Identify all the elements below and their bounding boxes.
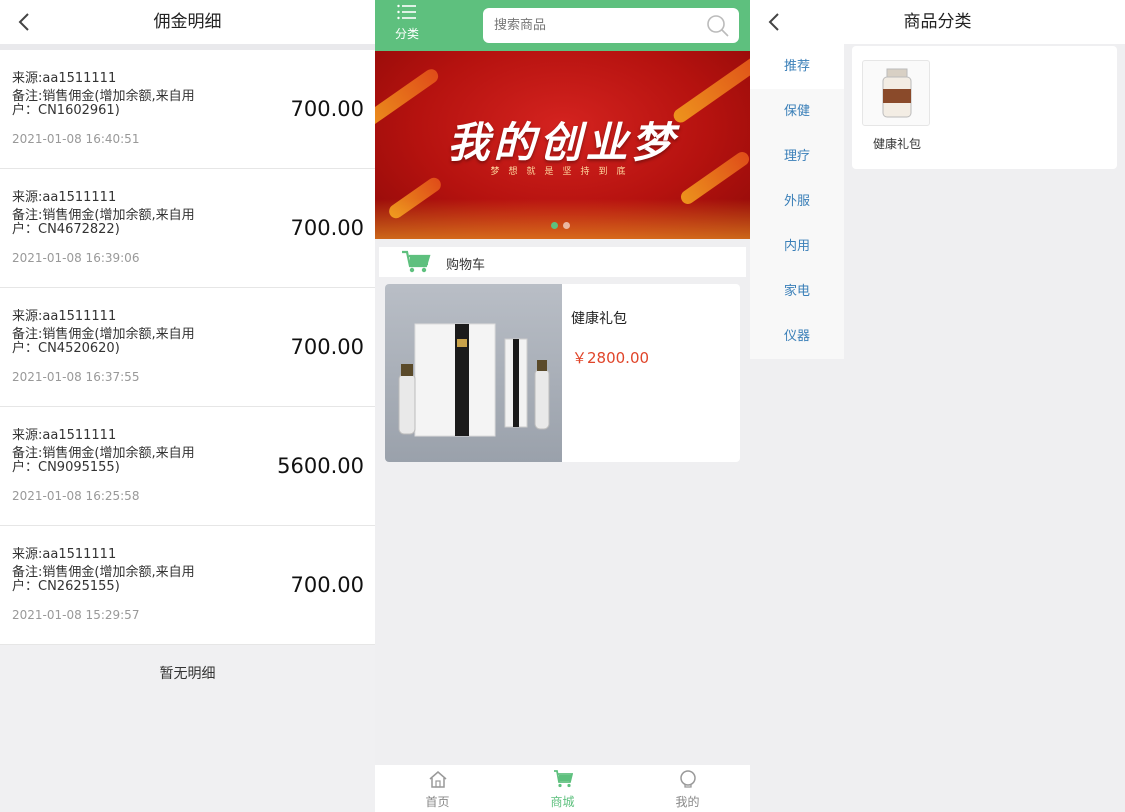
- back-button[interactable]: [14, 0, 34, 44]
- list-item: 来源:aa1511111 备注:销售佣金(增加余额,来自用户：CN4520620…: [0, 288, 375, 407]
- category-button[interactable]: 分类: [389, 4, 425, 42]
- banner-title: 我的创业梦: [447, 118, 678, 167]
- page-title: 佣金明细: [153, 12, 222, 32]
- sidebar-item-external[interactable]: 外服: [750, 179, 844, 224]
- goods-name: 健康礼包: [872, 137, 921, 151]
- record-amount: 700.00: [290, 97, 364, 121]
- bottom-tab-bar: 首页 商城 我的: [375, 765, 750, 812]
- category-label: 分类: [394, 27, 419, 41]
- record-source: 来源:aa1511111: [12, 190, 117, 205]
- search-input[interactable]: [483, 8, 693, 43]
- cart-bar[interactable]: 购物车: [379, 247, 746, 277]
- header: 商品分类: [750, 0, 1125, 44]
- chevron-left-icon: [768, 13, 779, 31]
- sidebar-item-appliance[interactable]: 家电: [750, 269, 844, 314]
- record-source: 来源:aa1511111: [12, 428, 117, 443]
- cart-label: 购物车: [446, 258, 486, 273]
- product-name: 健康礼包: [571, 311, 627, 327]
- record-time: 2021-01-08 16:37:55: [12, 370, 140, 384]
- tab-mine[interactable]: 我的: [625, 765, 750, 812]
- goods-item[interactable]: 健康礼包: [862, 60, 932, 152]
- shop-panel: 分类 我的创业梦 梦想就是坚持到底 购物车: [375, 0, 750, 812]
- record-amount: 5600.00: [277, 454, 364, 478]
- record-note: 备注:销售佣金(增加余额,来自用户：CN4520620): [12, 327, 195, 356]
- record-note: 备注:销售佣金(增加余额,来自用户：CN4672822): [12, 208, 195, 237]
- record-time: 2021-01-08 16:40:51: [12, 132, 140, 146]
- chevron-left-icon: [18, 13, 29, 31]
- list-item: 来源:aa1511111 备注:销售佣金(增加余额,来自用户：CN9095155…: [0, 407, 375, 526]
- list-item: 来源:aa1511111 备注:销售佣金(增加余额,来自用户：CN4672822…: [0, 169, 375, 288]
- record-note: 备注:销售佣金(增加余额,来自用户：CN1602961): [12, 89, 195, 118]
- list-item: 来源:aa1511111 备注:销售佣金(增加余额,来自用户：CN1602961…: [0, 50, 375, 169]
- product-price: ￥2800.00: [572, 349, 650, 367]
- record-source: 来源:aa1511111: [12, 309, 117, 324]
- menu-icon: [397, 4, 416, 20]
- tab-label: 商城: [550, 795, 575, 809]
- sidebar-item-therapy[interactable]: 理疗: [750, 134, 844, 179]
- category-sidebar: 推荐 保健 理疗 外服 内用 家电 仪器: [750, 44, 844, 359]
- sidebar-item-recommend[interactable]: 推荐: [750, 44, 844, 89]
- header: 佣金明细: [0, 0, 375, 44]
- record-amount: 700.00: [290, 335, 364, 359]
- product-image: [385, 284, 562, 462]
- record-note: 备注:销售佣金(增加余额,来自用户：CN9095155): [12, 446, 195, 475]
- back-button[interactable]: [764, 0, 784, 44]
- record-note: 备注:销售佣金(增加余额,来自用户：CN2625155): [12, 565, 195, 594]
- record-amount: 700.00: [290, 573, 364, 597]
- record-source: 来源:aa1511111: [12, 71, 117, 86]
- search-icon[interactable]: [706, 14, 730, 42]
- banner-subtitle: 梦想就是坚持到底: [490, 167, 635, 177]
- product-card[interactable]: 健康礼包 ￥2800.00: [385, 284, 740, 462]
- home-icon: [429, 771, 446, 788]
- goods-image: [862, 60, 930, 126]
- record-amount: 700.00: [290, 216, 364, 240]
- search-box: [483, 8, 739, 43]
- record-time: 2021-01-08 16:25:58: [12, 489, 140, 503]
- top-bar: 分类: [375, 0, 750, 51]
- goods-grid: 健康礼包: [852, 46, 1117, 169]
- sidebar-item-instrument[interactable]: 仪器: [750, 314, 844, 359]
- promo-banner[interactable]: 我的创业梦 梦想就是坚持到底: [375, 51, 750, 239]
- empty-text: 暂无明细: [159, 666, 216, 682]
- cart-icon: [553, 770, 573, 788]
- tab-label: 首页: [425, 795, 450, 809]
- tab-label: 我的: [675, 795, 700, 809]
- carousel-dot-active[interactable]: [551, 222, 558, 229]
- sidebar-item-internal[interactable]: 内用: [750, 224, 844, 269]
- cart-icon: [401, 250, 431, 278]
- sidebar-item-health[interactable]: 保健: [750, 89, 844, 134]
- carousel-dot[interactable]: [563, 222, 570, 229]
- tab-home[interactable]: 首页: [375, 765, 500, 812]
- record-time: 2021-01-08 15:29:57: [12, 608, 140, 622]
- page-title: 商品分类: [903, 12, 972, 32]
- list-item: 来源:aa1511111 备注:销售佣金(增加余额,来自用户：CN2625155…: [0, 526, 375, 645]
- tab-shop[interactable]: 商城: [500, 765, 625, 812]
- commission-detail-panel: 佣金明细 来源:aa1511111 备注:销售佣金(增加余额,来自用户：CN16…: [0, 0, 375, 812]
- category-panel: 商品分类 推荐 保健 理疗 外服 内用 家电 仪器 健康礼包: [750, 0, 1125, 812]
- user-icon: [679, 770, 696, 788]
- record-source: 来源:aa1511111: [12, 547, 117, 562]
- record-time: 2021-01-08 16:39:06: [12, 251, 140, 265]
